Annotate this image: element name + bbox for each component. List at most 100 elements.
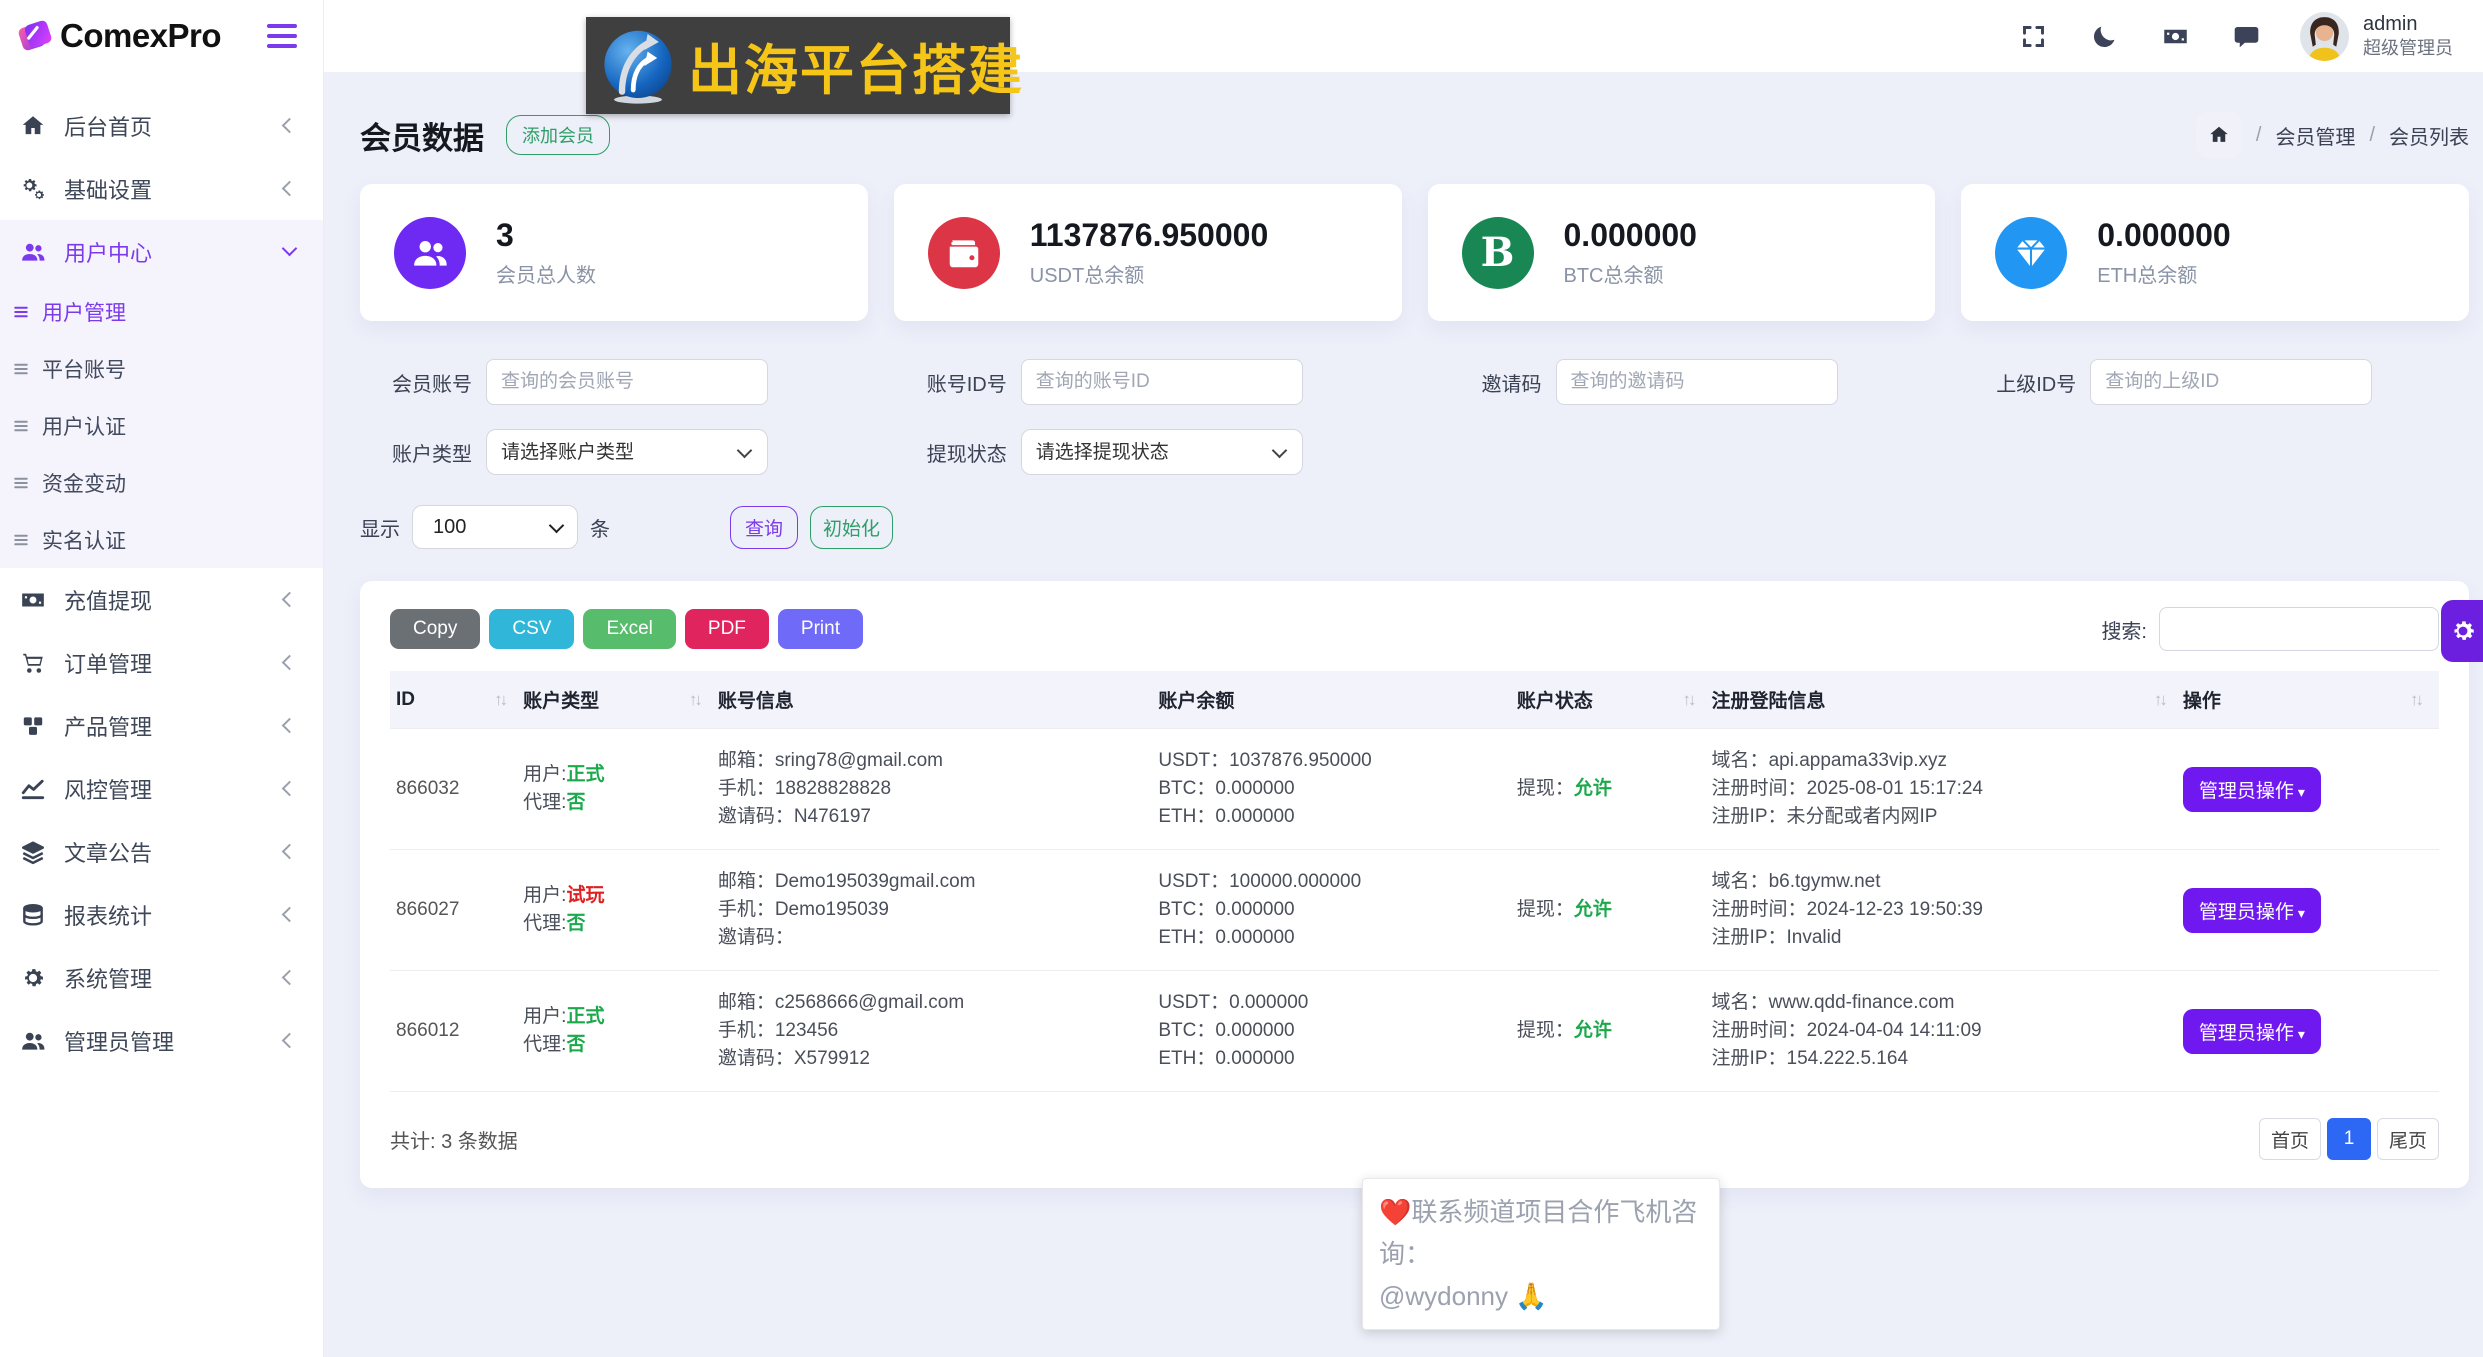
sidebar-item-articles[interactable]: 文章公告	[0, 820, 323, 883]
sidebar-item-platform-accounts[interactable]: 平台账号	[0, 340, 323, 397]
layers-icon	[20, 838, 48, 866]
admin-action-button[interactable]: 管理员操作 ▾	[2182, 1008, 2321, 1054]
user-name: admin	[2363, 13, 2418, 36]
messages-icon[interactable]	[2233, 23, 2260, 50]
member-phone: 123456	[774, 1020, 839, 1041]
sidebar-item-basic-settings[interactable]: 基础设置	[0, 157, 323, 220]
sidebar-item-user-center[interactable]: 用户中心	[0, 220, 323, 283]
sort-icon[interactable]: ↑↓	[2154, 690, 2173, 710]
register-ip: 未分配或者内网IP	[1786, 806, 1938, 827]
sidebar-item-products[interactable]: 产品管理	[0, 694, 323, 757]
breadcrumb-member-management[interactable]: 会员管理	[2275, 121, 2355, 150]
list-icon	[12, 474, 30, 492]
btc-balance: 0.000000	[1215, 899, 1295, 920]
fullscreen-icon[interactable]	[2020, 23, 2047, 50]
user-block[interactable]: admin 超级管理员	[2363, 12, 2453, 60]
sidebar-item-reports[interactable]: 报表统计	[0, 883, 323, 946]
caret-down-icon: ▾	[2297, 1025, 2305, 1042]
gear-icon	[20, 964, 48, 992]
sidebar-item-orders[interactable]: 订单管理	[0, 631, 323, 694]
parent-id-input[interactable]	[2090, 359, 2373, 405]
member-email: Demo195039gmail.com	[774, 871, 976, 892]
usdt-balance: 1037876.950000	[1229, 750, 1372, 771]
money-icon[interactable]	[2162, 23, 2189, 50]
hamburger-menu-icon[interactable]	[267, 24, 297, 48]
pagination-last[interactable]: 尾页	[2377, 1118, 2439, 1160]
btc-icon: B	[1461, 216, 1534, 289]
chevron-left-icon	[281, 780, 298, 797]
usdt-balance: 100000.000000	[1229, 871, 1362, 892]
member-account-input[interactable]	[486, 359, 768, 405]
copy-button[interactable]: Copy	[390, 609, 481, 649]
users-icon	[20, 238, 48, 266]
register-domain: b6.tgymw.net	[1768, 871, 1881, 892]
sidebar-item-system[interactable]: 系统管理	[0, 946, 323, 1009]
stat-card-eth: 0.000000 ETH总余额	[1961, 184, 2469, 321]
list-icon	[12, 417, 30, 435]
account-type-select[interactable]: 请选择账户类型	[486, 429, 768, 475]
table-search-input[interactable]	[2159, 607, 2439, 651]
member-id: 866012	[390, 970, 524, 1092]
caret-down-icon: ▾	[2297, 783, 2305, 800]
sort-icon[interactable]: ↑↓	[689, 690, 708, 710]
register-domain: api.appama33vip.xyz	[1768, 750, 1948, 771]
sort-icon[interactable]: ↑↓	[494, 690, 513, 710]
sort-icon[interactable]: ↑↓	[2410, 690, 2429, 710]
sidebar-item-user-auth[interactable]: 用户认证	[0, 397, 323, 454]
table-row: 866032 用户:正式 代理:否 邮箱：sring78@gmail.com 手…	[390, 728, 2439, 850]
caret-down-icon: ▾	[2297, 904, 2305, 921]
page-size-row: 显示 100 条 查询 初始化	[360, 505, 2469, 549]
sort-icon[interactable]: ↑↓	[1683, 690, 1702, 710]
pdf-button[interactable]: PDF	[684, 609, 769, 649]
chevron-left-icon	[281, 117, 298, 134]
show-label: 显示	[360, 518, 400, 541]
avatar[interactable]	[2300, 11, 2349, 61]
excel-button[interactable]: Excel	[583, 609, 676, 649]
page-size-select[interactable]: 100	[412, 505, 578, 549]
folded-hands-icon: 🙏	[1515, 1281, 1548, 1311]
register-time: 2025-08-01 15:17:24	[1806, 778, 1983, 799]
add-member-button[interactable]: 添加会员	[506, 115, 610, 155]
settings-fab-gear-icon[interactable]	[2441, 600, 2483, 662]
reset-button[interactable]: 初始化	[810, 505, 894, 549]
sidebar-item-fund-changes[interactable]: 资金变动	[0, 454, 323, 511]
sidebar-item-user-management[interactable]: 用户管理	[0, 283, 323, 340]
register-ip: 154.222.5.164	[1786, 1048, 1909, 1069]
query-button[interactable]: 查询	[730, 505, 799, 549]
withdraw-status-select[interactable]: 请选择提现状态	[1020, 429, 1303, 475]
pagination-page-1[interactable]: 1	[2327, 1118, 2371, 1160]
chevron-left-icon	[281, 717, 298, 734]
chart-line-icon	[20, 775, 48, 803]
usdt-total-label: USDT总余额	[1029, 265, 1145, 288]
invite-code-input[interactable]	[1555, 359, 1838, 405]
user-type-badge: 试玩	[566, 885, 605, 906]
btc-balance: 0.000000	[1215, 1020, 1295, 1041]
admin-action-button[interactable]: 管理员操作 ▾	[2182, 887, 2321, 933]
register-time: 2024-12-23 19:50:39	[1806, 899, 1983, 920]
chevron-left-icon	[281, 843, 298, 860]
admin-action-button[interactable]: 管理员操作 ▾	[2182, 766, 2321, 812]
sidebar-item-admins[interactable]: 管理员管理	[0, 1009, 323, 1072]
table-row: 866012 用户:正式 代理:否 邮箱：c2568666@gmail.com …	[390, 970, 2439, 1092]
home-icon	[20, 112, 48, 140]
print-button[interactable]: Print	[777, 609, 863, 649]
wallet-icon	[927, 216, 1000, 289]
csv-button[interactable]: CSV	[489, 609, 575, 649]
list-icon	[12, 360, 30, 378]
account-id-input[interactable]	[1020, 359, 1303, 405]
coins-icon	[20, 901, 48, 929]
breadcrumb-member-list[interactable]: 会员列表	[2389, 121, 2469, 150]
stat-card-members: 3 会员总人数	[360, 184, 868, 321]
pagination-first[interactable]: 首页	[2259, 1118, 2321, 1160]
heart-icon: ❤️	[1379, 1197, 1412, 1227]
sidebar-item-risk-control[interactable]: 风控管理	[0, 757, 323, 820]
dark-mode-moon-icon[interactable]	[2091, 23, 2118, 50]
sidebar-item-dashboard[interactable]: 后台首页	[0, 94, 323, 157]
eth-diamond-icon	[1995, 216, 2068, 289]
member-table-card: Copy CSV Excel PDF Print 搜索: ID ↑↓ 账户类型 ↑↓…	[360, 581, 2469, 1188]
sidebar-item-deposit-withdraw[interactable]: 充值提现	[0, 568, 323, 631]
breadcrumb-home-icon[interactable]	[2195, 112, 2242, 158]
member-table: ID ↑↓ 账户类型 ↑↓ 账号信息 账户余额 账户状态 ↑↓ 注册登陆信息 ↑↓ 操作…	[390, 671, 2439, 1092]
eth-balance: 0.000000	[1215, 806, 1295, 827]
sidebar-item-realname-auth[interactable]: 实名认证	[0, 511, 323, 568]
